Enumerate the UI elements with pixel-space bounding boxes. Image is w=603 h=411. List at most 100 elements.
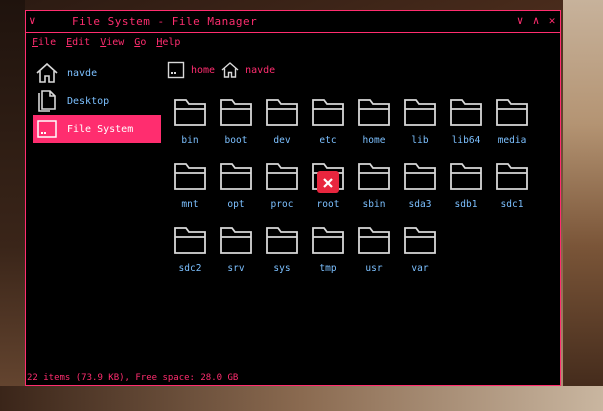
- window-controls: ∨ ∧ ✕: [514, 14, 558, 27]
- folder-icon: [311, 223, 345, 259]
- desktop-background-bottom: [0, 386, 603, 411]
- folder-label: sdc2: [178, 263, 202, 274]
- folder-item[interactable]: boot: [213, 95, 259, 159]
- breadcrumb: home navde: [167, 61, 275, 79]
- folder-label: sdb1: [454, 199, 478, 210]
- folder-icon: [449, 95, 483, 131]
- folder-label: boot: [224, 135, 248, 146]
- folder-item[interactable]: dev: [259, 95, 305, 159]
- folder-label: usr: [365, 263, 383, 274]
- folder-label: sbin: [362, 199, 386, 210]
- folder-item[interactable]: media: [489, 95, 535, 159]
- folder-item[interactable]: opt: [213, 159, 259, 223]
- minimize-icon[interactable]: ∨: [514, 14, 526, 27]
- folder-label: sys: [273, 263, 291, 274]
- menu-go[interactable]: Go: [134, 37, 146, 48]
- folder-label: mnt: [181, 199, 199, 210]
- maximize-icon[interactable]: ∧: [530, 14, 542, 27]
- folder-label: proc: [270, 199, 294, 210]
- folder-item[interactable]: bin: [167, 95, 213, 159]
- folder-icon: [357, 223, 391, 259]
- folder-label: sdc1: [500, 199, 524, 210]
- breadcrumb-navde[interactable]: navde: [221, 62, 275, 78]
- folder-icon: [173, 159, 207, 195]
- folder-icon: [403, 95, 437, 131]
- folder-icon: [265, 223, 299, 259]
- folder-icon: [265, 159, 299, 195]
- folder-item[interactable]: lib: [397, 95, 443, 159]
- folder-item[interactable]: sys: [259, 223, 305, 287]
- folder-icon: [173, 223, 207, 259]
- menu-file[interactable]: File: [32, 37, 56, 48]
- menu-help[interactable]: Help: [156, 37, 180, 48]
- folder-label: lib: [411, 135, 429, 146]
- window-menu-icon[interactable]: ∨: [29, 14, 36, 27]
- folder-icon: [449, 159, 483, 195]
- sidebar-item-label: File System: [67, 123, 134, 135]
- folder-label: home: [362, 135, 386, 146]
- folder-label: root: [316, 199, 340, 210]
- folder-icon: [219, 95, 253, 131]
- folder-label: opt: [227, 199, 245, 210]
- menu-edit[interactable]: Edit: [66, 37, 90, 48]
- folder-icon: [357, 95, 391, 131]
- folder-icon: [219, 159, 253, 195]
- folder-item[interactable]: srv: [213, 223, 259, 287]
- folder-label: tmp: [319, 263, 337, 274]
- breadcrumb-label: home: [191, 64, 216, 76]
- folder-icon: [403, 159, 437, 195]
- drive-icon: [35, 117, 59, 141]
- drive-icon: [167, 61, 185, 79]
- home-icon: [35, 61, 59, 85]
- folder-label: bin: [181, 135, 199, 146]
- close-icon[interactable]: ✕: [546, 14, 558, 27]
- folder-label: sda3: [408, 199, 432, 210]
- folder-icon: [311, 95, 345, 131]
- folder-icon: [357, 159, 391, 195]
- folder-item[interactable]: home: [351, 95, 397, 159]
- folder-item[interactable]: mnt: [167, 159, 213, 223]
- folder-icon: [265, 95, 299, 131]
- folder-item[interactable]: sdc2: [167, 223, 213, 287]
- breadcrumb-home[interactable]: home: [167, 61, 215, 79]
- documents-icon: [35, 89, 59, 113]
- sidebar-item-file-system[interactable]: File System: [33, 115, 161, 143]
- folder-item[interactable]: lib64: [443, 95, 489, 159]
- folder-item[interactable]: root: [305, 159, 351, 223]
- file-manager-window: ∨ File System - File Manager ∨ ∧ ✕ File …: [25, 10, 561, 386]
- folder-icon: [173, 95, 207, 131]
- folder-label: var: [411, 263, 429, 274]
- folder-icon: [495, 95, 529, 131]
- folder-icon: [219, 223, 253, 259]
- folder-item[interactable]: var: [397, 223, 443, 287]
- sidebar-item-home[interactable]: navde: [33, 59, 161, 87]
- folder-item[interactable]: usr: [351, 223, 397, 287]
- status-bar: 22 items (73.9 KB), Free space: 28.0 GB: [27, 373, 239, 383]
- no-access-icon: [317, 171, 339, 193]
- folder-label: srv: [227, 263, 245, 274]
- sidebar-item-desktop[interactable]: Desktop: [33, 87, 161, 115]
- folder-label: media: [497, 135, 527, 146]
- folder-item[interactable]: sdb1: [443, 159, 489, 223]
- titlebar[interactable]: ∨ File System - File Manager ∨ ∧ ✕: [26, 11, 560, 33]
- folder-item[interactable]: tmp: [305, 223, 351, 287]
- folder-icon: [403, 223, 437, 259]
- sidebar-item-label: navde: [67, 67, 98, 79]
- window-title: File System - File Manager: [72, 15, 258, 28]
- sidebar-item-label: Desktop: [67, 95, 110, 107]
- folder-label: etc: [319, 135, 337, 146]
- breadcrumb-label: navde: [245, 64, 276, 76]
- menu-view[interactable]: View: [100, 37, 124, 48]
- folder-item[interactable]: sdc1: [489, 159, 535, 223]
- folder-item[interactable]: etc: [305, 95, 351, 159]
- folder-item[interactable]: proc: [259, 159, 305, 223]
- folder-item[interactable]: sda3: [397, 159, 443, 223]
- folder-label: lib64: [451, 135, 481, 146]
- folder-label: dev: [273, 135, 291, 146]
- folder-item[interactable]: sbin: [351, 159, 397, 223]
- folder-icon: [495, 159, 529, 195]
- desktop-background-right: [563, 0, 603, 411]
- places-sidebar: navde Desktop File System: [33, 59, 161, 143]
- menubar: File Edit View Go Help: [32, 37, 180, 48]
- desktop-background-left: [0, 0, 25, 411]
